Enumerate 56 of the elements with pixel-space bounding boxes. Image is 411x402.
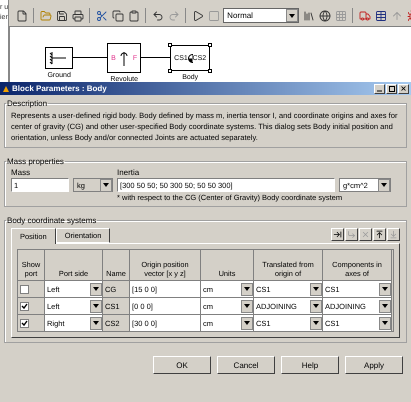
print-icon[interactable] — [71, 9, 84, 22]
dropdown-caret-icon[interactable] — [100, 178, 112, 192]
field-label: Inertia — [117, 168, 140, 177]
group-heading: Body coordinate systems — [6, 216, 98, 225]
undo-icon[interactable] — [151, 9, 164, 22]
delete-icon[interactable] — [359, 228, 372, 241]
move-down-icon[interactable] — [387, 228, 400, 241]
dropdown-caret-icon[interactable] — [241, 300, 253, 312]
dropdown-caret-icon[interactable] — [310, 316, 322, 330]
show-port-checkbox[interactable] — [20, 284, 29, 294]
field-label: Mass — [11, 168, 32, 177]
dropdown-caret-icon[interactable] — [310, 282, 322, 296]
dropdown-caret-icon[interactable] — [241, 316, 253, 330]
window-title: Block Parameters : Body — [2, 84, 107, 93]
dialog-button[interactable]: Help — [281, 356, 339, 374]
copy-icon[interactable] — [111, 9, 124, 22]
dialog-button[interactable]: Apply — [345, 356, 403, 374]
table-icon[interactable] — [374, 9, 388, 22]
dropdown-caret-icon[interactable] — [286, 9, 298, 22]
cut-icon[interactable] — [95, 9, 108, 22]
show-port-checkbox[interactable] — [20, 302, 29, 310]
dropdown-caret-icon[interactable] — [310, 300, 322, 312]
library-icon[interactable] — [302, 9, 316, 22]
revolute-joint-icon — [119, 50, 130, 66]
group-heading: Description — [6, 99, 48, 108]
show-port-checkbox[interactable] — [20, 318, 29, 328]
dialog-button[interactable]: Cancel — [217, 356, 275, 374]
save-icon[interactable] — [55, 9, 68, 22]
truck-icon[interactable] — [358, 9, 372, 22]
dropdown-caret-icon[interactable] — [90, 282, 102, 296]
dropdown-caret-icon[interactable] — [379, 300, 391, 312]
dropdown-caret-icon[interactable] — [90, 316, 102, 330]
paste-icon[interactable] — [127, 9, 140, 22]
new-file-icon[interactable] — [15, 9, 28, 22]
dropdown-caret-icon[interactable] — [379, 316, 391, 330]
dialog-button[interactable]: OK — [153, 356, 211, 374]
app-logo-icon — [2, 84, 10, 92]
minimize-button[interactable] — [374, 84, 385, 94]
dropdown-caret-icon[interactable] — [378, 178, 390, 192]
maximize-button[interactable] — [386, 84, 397, 94]
play-icon[interactable] — [191, 9, 204, 22]
close-icon — [400, 85, 407, 92]
globe-icon[interactable] — [318, 9, 332, 22]
branch-icon[interactable] — [345, 228, 358, 241]
center-of-gravity-icon — [188, 54, 193, 62]
dropdown-caret-icon[interactable] — [241, 282, 253, 296]
ground-symbol-icon — [49, 51, 68, 65]
close-button[interactable] — [398, 84, 409, 94]
maximize-icon — [388, 86, 394, 92]
dropdown-caret-icon[interactable] — [90, 300, 102, 312]
move-up-icon[interactable] — [373, 228, 386, 241]
simulation-mode-select[interactable]: Normal — [223, 8, 300, 23]
group-heading: Mass properties — [6, 157, 65, 166]
dropdown-caret-icon[interactable] — [379, 282, 391, 296]
model-block[interactable] — [45, 47, 74, 69]
add-row-icon[interactable] — [331, 228, 344, 241]
